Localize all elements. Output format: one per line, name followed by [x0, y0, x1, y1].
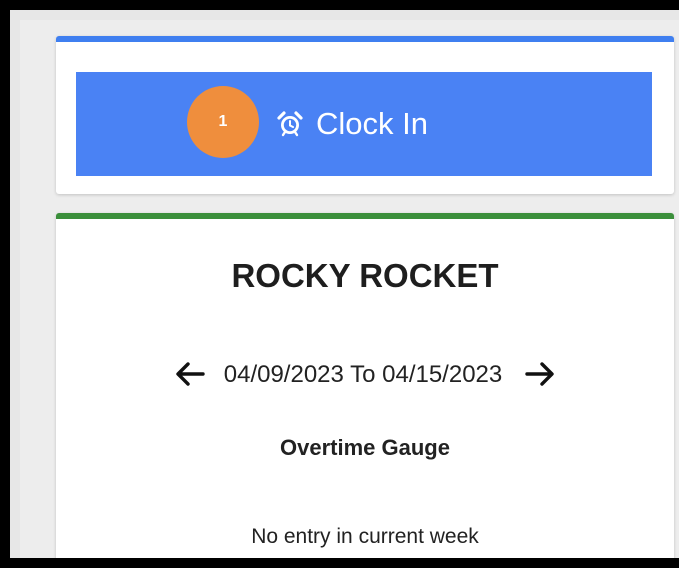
arrow-left-icon [175, 361, 205, 390]
app-frame: 1 Clock In ROCKY ROCKET 04/09/2023 To 04… [0, 0, 679, 568]
page-background: 1 Clock In ROCKY ROCKET 04/09/2023 To 04… [20, 20, 679, 558]
no-entry-message: No entry in current week [251, 525, 479, 548]
arrow-right-icon [525, 361, 555, 390]
clock-in-button[interactable]: 1 Clock In [76, 72, 652, 176]
employee-card: ROCKY ROCKET 04/09/2023 To 04/15/2023 Ov… [56, 213, 674, 558]
clock-in-content: Clock In [276, 72, 428, 176]
clock-in-card: 1 Clock In [56, 36, 674, 194]
step-badge: 1 [187, 86, 259, 158]
employee-name: ROCKY ROCKET [231, 257, 499, 294]
week-navigator: 04/09/2023 To 04/15/2023 [56, 359, 674, 391]
week-range: 04/09/2023 To 04/15/2023 [223, 361, 503, 388]
next-week-button[interactable] [524, 359, 556, 391]
overtime-gauge-title: Overtime Gauge [280, 435, 450, 460]
previous-week-button[interactable] [174, 359, 206, 391]
clock-in-label: Clock In [316, 106, 428, 141]
alarm-clock-icon [276, 110, 304, 138]
